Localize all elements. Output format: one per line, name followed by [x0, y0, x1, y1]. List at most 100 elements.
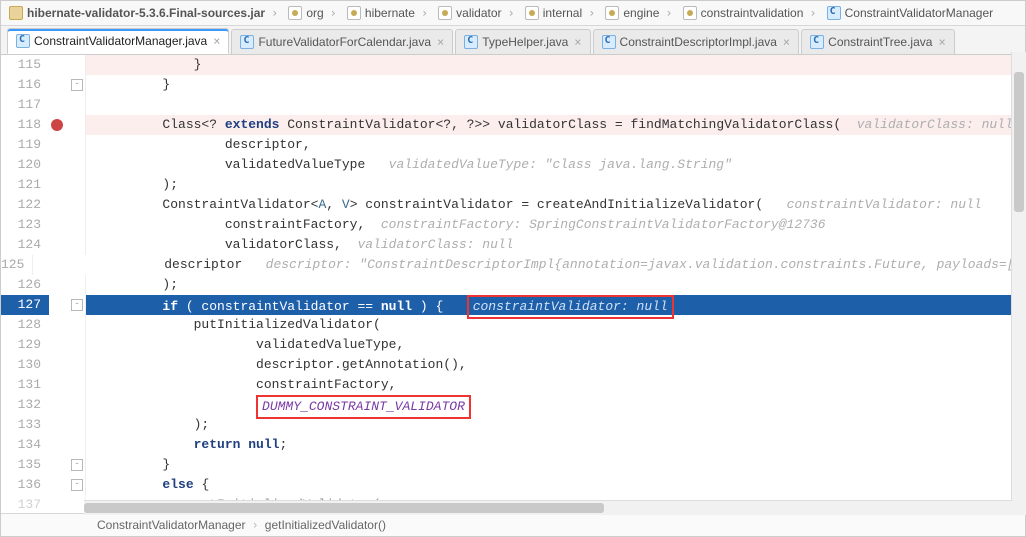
code-line[interactable]: putInitializedValidator(: [94, 315, 1025, 335]
crumb-pkg[interactable]: org›: [284, 6, 343, 20]
class-icon: [827, 6, 841, 20]
line-number: 122: [1, 195, 49, 215]
fold-icon[interactable]: -: [71, 299, 83, 311]
code-line[interactable]: else {: [94, 475, 1025, 495]
inline-hint: constraintValidator: null: [787, 197, 982, 212]
code-line[interactable]: constraintFactory, constraintFactory: Sp…: [94, 215, 1025, 235]
chevron-right-icon: ›: [508, 6, 515, 20]
tab-file[interactable]: ConstraintTree.java×: [801, 29, 955, 54]
code-line[interactable]: validatedValueType validatedValueType: "…: [94, 155, 1025, 175]
status-method[interactable]: getInitializedValidator(): [265, 518, 386, 532]
fold-icon[interactable]: -: [71, 459, 83, 471]
package-icon: [683, 6, 697, 20]
class-icon: [16, 34, 30, 48]
ide-window: hibernate-validator-5.3.6.Final-sources.…: [0, 0, 1026, 537]
code-line[interactable]: ConstraintValidator<A, V> constraintVali…: [94, 195, 1025, 215]
line-number: 128: [1, 315, 49, 335]
code-line[interactable]: [94, 95, 1025, 115]
code-line[interactable]: descriptor,: [94, 135, 1025, 155]
class-icon: [810, 35, 824, 49]
code-line[interactable]: descriptor descriptor: "ConstraintDescri…: [33, 255, 1025, 275]
horizontal-scrollbar[interactable]: [84, 500, 1012, 515]
crumb-class[interactable]: ConstraintValidatorManager: [823, 6, 998, 20]
crumb-pkg[interactable]: hibernate›: [343, 6, 434, 20]
line-number: 127: [1, 295, 49, 315]
inline-hint: constraintValidator: null: [473, 299, 668, 314]
line-number: 118: [1, 115, 49, 135]
package-icon: [525, 6, 539, 20]
fold-icon[interactable]: -: [71, 79, 83, 91]
code-line[interactable]: validatedValueType,: [94, 335, 1025, 355]
scrollbar-thumb[interactable]: [84, 503, 604, 513]
inline-hint: validatedValueType: "class java.lang.Str…: [389, 157, 732, 172]
breakpoint-icon[interactable]: [51, 119, 63, 131]
chevron-right-icon: ›: [809, 6, 816, 20]
class-icon: [240, 35, 254, 49]
line-number: 132: [1, 395, 49, 415]
crumb-pkg[interactable]: engine›: [601, 6, 678, 20]
code-line[interactable]: Class<? extends ConstraintValidator<?, ?…: [94, 115, 1025, 135]
inline-hint: validatorClass: null: [857, 117, 1013, 132]
line-number: 116: [1, 75, 49, 95]
code-line[interactable]: }: [94, 75, 1025, 95]
fold-icon[interactable]: -: [71, 479, 83, 491]
code-line[interactable]: if ( constraintValidator == null ) { con…: [94, 295, 1025, 315]
line-number: 137: [1, 495, 49, 513]
tab-file[interactable]: ConstraintDescriptorImpl.java×: [593, 29, 800, 54]
tab-file[interactable]: FutureValidatorForCalendar.java×: [231, 29, 453, 54]
code-line[interactable]: validatorClass, validatorClass: null: [94, 235, 1025, 255]
line-number: 115: [1, 55, 49, 75]
code-line[interactable]: descriptor.getAnnotation(),: [94, 355, 1025, 375]
line-number: 136: [1, 475, 49, 495]
crumb-pkg[interactable]: validator›: [434, 6, 521, 20]
line-number: 134: [1, 435, 49, 455]
close-icon[interactable]: ×: [437, 35, 444, 49]
chevron-right-icon: ›: [271, 6, 278, 20]
code-line[interactable]: );: [94, 275, 1025, 295]
crumb-pkg[interactable]: internal›: [521, 6, 602, 20]
status-class[interactable]: ConstraintValidatorManager: [97, 518, 246, 532]
code-line[interactable]: DUMMY_CONSTRAINT_VALIDATOR: [94, 395, 1025, 415]
chevron-right-icon: ›: [588, 6, 595, 20]
code-editor[interactable]: 115 } 116 - } 117 118 Class<? extends Con…: [1, 55, 1025, 513]
code-line[interactable]: );: [94, 175, 1025, 195]
structure-breadcrumb: ConstraintValidatorManager › getInitiali…: [1, 513, 1025, 536]
line-number: 124: [1, 235, 49, 255]
line-number: 117: [1, 95, 49, 115]
tab-file[interactable]: TypeHelper.java×: [455, 29, 590, 54]
inline-hint: constraintFactory: SpringConstraintValid…: [381, 217, 826, 232]
code-line[interactable]: constraintFactory,: [94, 375, 1025, 395]
editor-tabs: ConstraintValidatorManager.java× FutureV…: [1, 26, 1025, 55]
code-line[interactable]: return null;: [94, 435, 1025, 455]
crumb-jar[interactable]: hibernate-validator-5.3.6.Final-sources.…: [5, 6, 284, 20]
close-icon[interactable]: ×: [783, 35, 790, 49]
tab-file[interactable]: ConstraintValidatorManager.java×: [7, 28, 229, 54]
class-icon: [464, 35, 478, 49]
breadcrumb: hibernate-validator-5.3.6.Final-sources.…: [1, 1, 1025, 26]
chevron-right-icon: ›: [252, 518, 259, 532]
close-icon[interactable]: ×: [213, 34, 220, 48]
line-number: 133: [1, 415, 49, 435]
code-line[interactable]: }: [94, 55, 1025, 75]
line-number: 130: [1, 355, 49, 375]
line-number: 129: [1, 335, 49, 355]
line-number: 123: [1, 215, 49, 235]
package-icon: [438, 6, 452, 20]
close-icon[interactable]: ×: [938, 35, 945, 49]
scrollbar-thumb[interactable]: [1014, 72, 1024, 212]
vertical-scrollbar[interactable]: [1011, 52, 1026, 515]
line-number: 121: [1, 175, 49, 195]
chevron-right-icon: ›: [421, 6, 428, 20]
jar-icon: [9, 6, 23, 20]
package-icon: [605, 6, 619, 20]
code-line[interactable]: }: [94, 455, 1025, 475]
code-line[interactable]: );: [94, 415, 1025, 435]
crumb-pkg[interactable]: constraintvalidation›: [679, 6, 823, 20]
chevron-right-icon: ›: [330, 6, 337, 20]
line-number: 126: [1, 275, 49, 295]
inline-hint: descriptor: "ConstraintDescriptorImpl{an…: [266, 257, 1025, 272]
close-icon[interactable]: ×: [574, 35, 581, 49]
line-number: 135: [1, 455, 49, 475]
package-icon: [347, 6, 361, 20]
chevron-right-icon: ›: [665, 6, 672, 20]
